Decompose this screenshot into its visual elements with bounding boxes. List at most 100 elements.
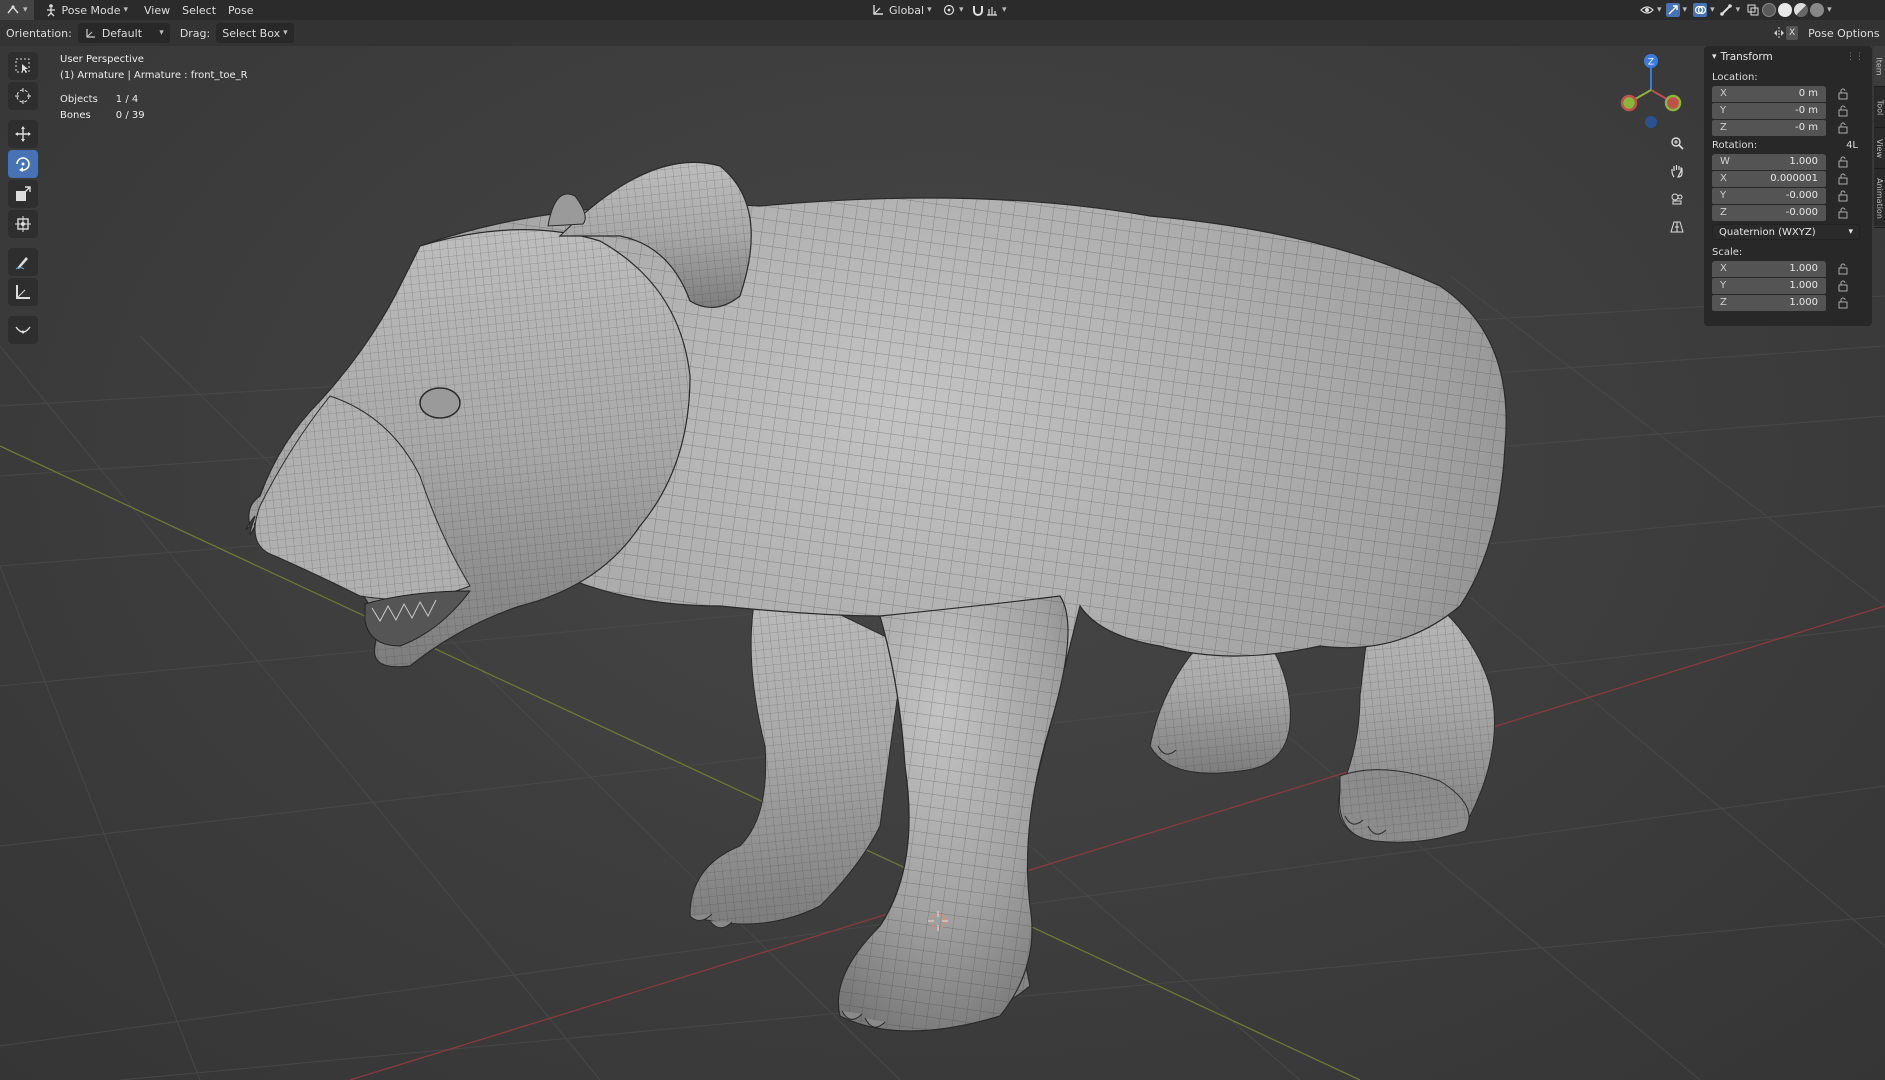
chevron-down-icon: ▾ bbox=[927, 5, 932, 15]
tool-scale[interactable] bbox=[8, 180, 38, 208]
select-box-icon bbox=[15, 58, 30, 73]
rotation-mode-value: Quaternion (WXYZ) bbox=[1719, 226, 1816, 238]
chevron-down-icon[interactable]: ▾ bbox=[1827, 5, 1832, 15]
shading-buttons bbox=[1762, 3, 1825, 17]
gizmo-x-axis[interactable] bbox=[1664, 94, 1682, 112]
lock-icon[interactable] bbox=[1836, 87, 1850, 101]
scale-y-field[interactable]: Y 1.000 bbox=[1712, 277, 1826, 294]
lock-icon[interactable] bbox=[1836, 121, 1850, 135]
tool-annotate[interactable] bbox=[8, 248, 38, 276]
bear-mesh[interactable] bbox=[245, 161, 1507, 1032]
visibility-eye-icon[interactable] bbox=[1640, 3, 1654, 17]
overlays-icon[interactable] bbox=[1693, 3, 1708, 17]
mirror-x-toggle[interactable]: X bbox=[1786, 26, 1799, 40]
tool-measure[interactable] bbox=[8, 278, 38, 306]
rotation-y-field[interactable]: Y -0.000 bbox=[1712, 187, 1826, 204]
chevron-down-icon[interactable]: ▾ bbox=[1683, 5, 1688, 15]
rotation-x-row: X 0.000001 bbox=[1712, 170, 1872, 187]
tool-cursor[interactable] bbox=[8, 82, 38, 110]
tab-animation[interactable]: Animation bbox=[1874, 169, 1885, 228]
location-z-row: Z -0 m bbox=[1712, 119, 1872, 136]
stats-value: 1 / 4 bbox=[115, 94, 139, 105]
lock-icon[interactable] bbox=[1836, 279, 1850, 293]
tab-view[interactable]: View bbox=[1874, 128, 1885, 169]
mode-selector[interactable]: Pose Mode ▾ bbox=[38, 0, 134, 20]
rotation-z-field[interactable]: Z -0.000 bbox=[1712, 204, 1826, 221]
wireframe-shading-button[interactable] bbox=[1762, 3, 1777, 17]
measure-icon bbox=[16, 285, 30, 299]
location-x-field[interactable]: X 0 m bbox=[1712, 85, 1826, 102]
rendered-shading-button[interactable] bbox=[1810, 3, 1825, 17]
lock-icon[interactable] bbox=[1836, 296, 1850, 310]
transform-panel-header[interactable]: ▾ Transform ⋮⋮ bbox=[1704, 46, 1872, 68]
transform-title: Transform bbox=[1720, 51, 1773, 63]
tool-relax-pose[interactable] bbox=[8, 316, 38, 344]
scale-x-field[interactable]: X 1.000 bbox=[1712, 260, 1826, 277]
chevron-down-icon: ▾ bbox=[1712, 52, 1717, 62]
rotation-w-field[interactable]: W 1.000 bbox=[1712, 153, 1826, 170]
transform-orientation-dropdown[interactable]: Global ▾ bbox=[865, 0, 938, 20]
stats-value: 0 / 39 bbox=[115, 110, 145, 121]
3d-viewport[interactable]: User Perspective (1) Armature | Armature… bbox=[0, 46, 1885, 1080]
lock-icon[interactable] bbox=[1836, 104, 1850, 118]
snap-toggle[interactable]: ▾ bbox=[965, 0, 1013, 20]
mirror-icon[interactable] bbox=[1772, 26, 1786, 40]
location-label: Location: bbox=[1712, 72, 1758, 83]
stats-row-bones: Bones 0 / 39 bbox=[60, 108, 163, 124]
gizmo-neg-z-axis[interactable] bbox=[1645, 116, 1657, 128]
drag-label: Drag: bbox=[179, 26, 211, 40]
navigation-gizmo[interactable]: Z bbox=[1615, 50, 1685, 130]
bone-overlay-icon[interactable] bbox=[1719, 3, 1733, 17]
stats-row-objects: Objects 1 / 4 bbox=[60, 92, 163, 108]
camera-view-button[interactable] bbox=[1665, 188, 1689, 210]
pose-options-button[interactable]: Pose Options bbox=[1802, 23, 1885, 43]
field-value: -0.000 bbox=[1785, 190, 1818, 201]
menu-select[interactable]: Select bbox=[176, 0, 222, 20]
field-value: 0 m bbox=[1798, 88, 1818, 99]
lock-icon[interactable] bbox=[1836, 262, 1850, 276]
rotation-x-field[interactable]: X 0.000001 bbox=[1712, 170, 1826, 187]
gizmo-y-axis[interactable] bbox=[1620, 94, 1638, 112]
gizmo-toggle-icon[interactable] bbox=[1665, 3, 1680, 17]
drag-handle-icon[interactable]: ⋮⋮ bbox=[1846, 52, 1864, 62]
rotation-label-row: Rotation: 4L bbox=[1704, 136, 1872, 153]
pan-button[interactable] bbox=[1665, 160, 1689, 182]
orientation-dropdown[interactable]: Default ▾ bbox=[77, 23, 170, 43]
ortho-toggle-button[interactable] bbox=[1665, 216, 1689, 238]
tab-item[interactable]: Item bbox=[1874, 46, 1885, 87]
chevron-down-icon[interactable]: ▾ bbox=[1736, 5, 1741, 15]
tab-tool[interactable]: Tool bbox=[1874, 87, 1885, 128]
global-orientation-icon bbox=[871, 3, 885, 17]
pan-hand-icon bbox=[1671, 165, 1683, 178]
location-z-field[interactable]: Z -0 m bbox=[1712, 119, 1826, 136]
mode-label: Pose Mode bbox=[61, 3, 121, 17]
solid-shading-button[interactable] bbox=[1778, 3, 1793, 17]
tool-transform[interactable] bbox=[8, 210, 38, 238]
lock-icon[interactable] bbox=[1836, 155, 1850, 169]
lock-icon[interactable] bbox=[1836, 189, 1850, 203]
tool-settings-right: X Pose Options bbox=[1772, 23, 1885, 43]
rotation-mode-dropdown[interactable]: Quaternion (WXYZ) ▾ bbox=[1712, 224, 1860, 240]
editor-type-button[interactable]: ▾ bbox=[0, 0, 34, 20]
menu-pose[interactable]: Pose bbox=[222, 0, 259, 20]
tool-move[interactable] bbox=[8, 120, 38, 148]
zoom-button[interactable] bbox=[1665, 132, 1689, 154]
scale-z-field[interactable]: Z 1.000 bbox=[1712, 294, 1826, 311]
drag-dropdown[interactable]: Select Box ▾ bbox=[216, 23, 294, 43]
menu-view[interactable]: View bbox=[138, 0, 176, 20]
rotation-y-row: Y -0.000 bbox=[1712, 187, 1872, 204]
location-y-row: Y -0 m bbox=[1712, 102, 1872, 119]
xray-toggle-icon[interactable] bbox=[1746, 3, 1760, 17]
rotation-4l-toggle[interactable]: 4L bbox=[1846, 140, 1858, 151]
bear-ear-left bbox=[547, 193, 586, 227]
field-value: 1.000 bbox=[1789, 280, 1818, 291]
chevron-down-icon[interactable]: ▾ bbox=[1710, 5, 1715, 15]
material-shading-button[interactable] bbox=[1794, 3, 1809, 17]
tool-select-box[interactable] bbox=[8, 52, 38, 80]
transform-icon bbox=[15, 216, 31, 232]
chevron-down-icon[interactable]: ▾ bbox=[1657, 5, 1662, 15]
tool-rotate[interactable] bbox=[8, 150, 38, 178]
lock-icon[interactable] bbox=[1836, 172, 1850, 186]
lock-icon[interactable] bbox=[1836, 206, 1850, 220]
location-y-field[interactable]: Y -0 m bbox=[1712, 102, 1826, 119]
